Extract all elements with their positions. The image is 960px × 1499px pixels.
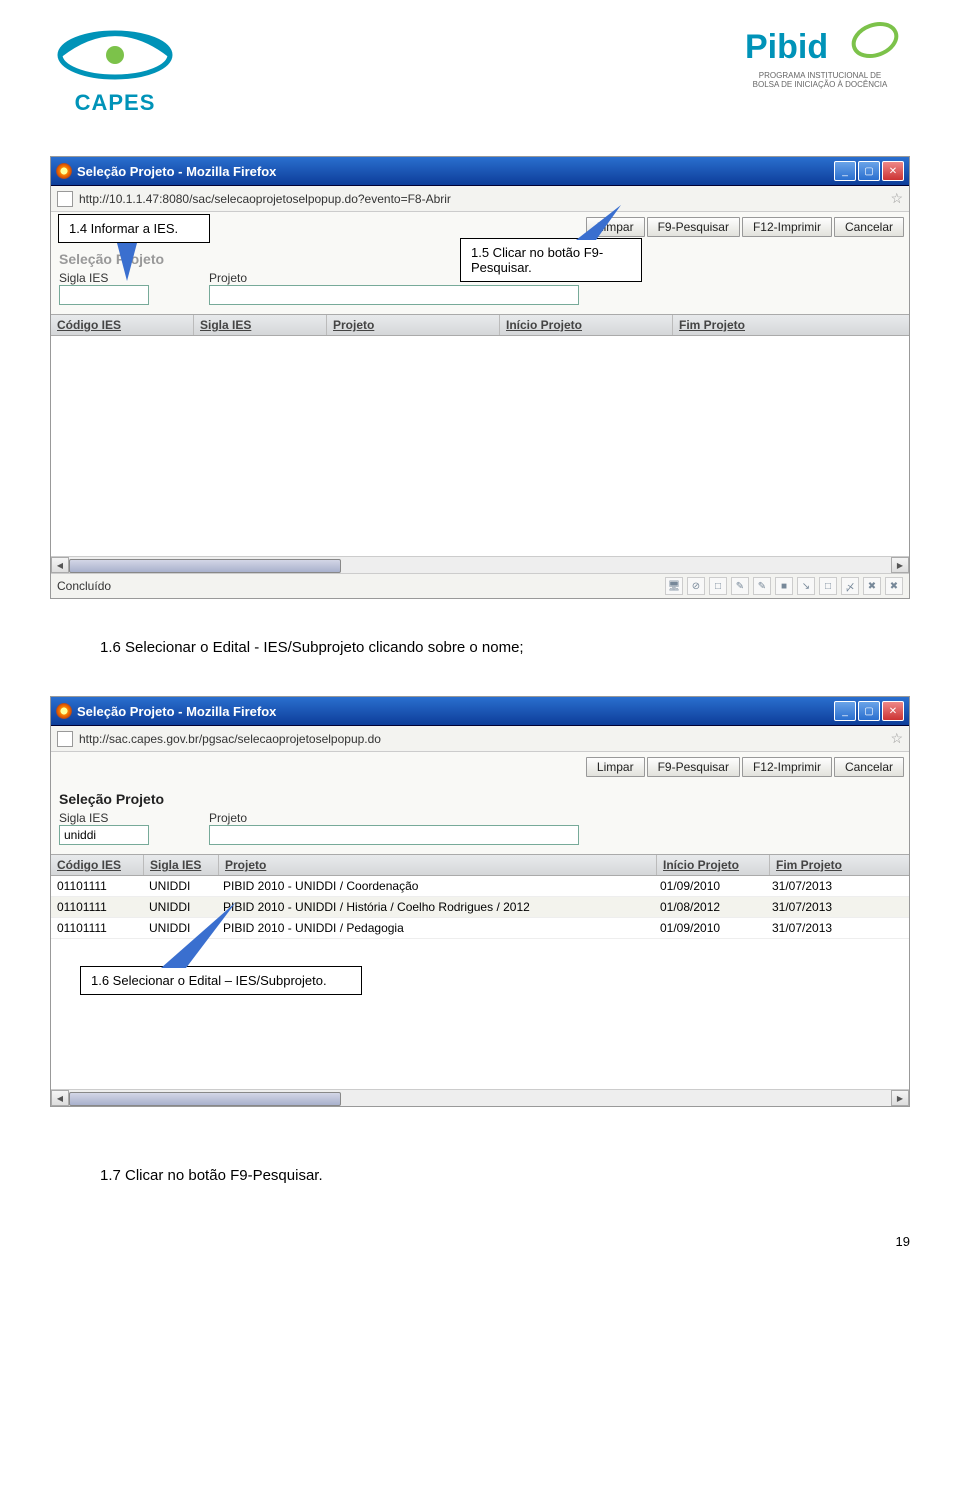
status-icon: □	[819, 577, 837, 595]
table-body-empty	[51, 336, 909, 556]
scroll-right-icon[interactable]: ▶	[891, 557, 909, 573]
td-sigla: UNIDDI	[143, 876, 217, 896]
th-projeto[interactable]: Projeto	[327, 315, 500, 335]
section-title: Seleção Projeto	[59, 787, 901, 811]
url-text: http://10.1.1.47:8080/sac/selecaoprojeto…	[79, 192, 451, 206]
scroll-left-icon[interactable]: ◀	[51, 1090, 69, 1106]
pibid-sub2: BOLSA DE INICIAÇÃO À DOCÊNCIA	[753, 81, 888, 90]
callout-1-6: 1.6 Selecionar o Edital – IES/Subprojeto…	[80, 966, 362, 995]
page-number: 19	[50, 1234, 910, 1249]
td-projeto: PIBID 2010 - UNIDDI / Pedagogia	[217, 918, 654, 938]
capes-text: CAPES	[75, 90, 156, 116]
table-header: Código IES Sigla IES Projeto Início Proj…	[51, 314, 909, 336]
label-projeto: Projeto	[209, 811, 579, 825]
firefox-icon	[56, 703, 72, 719]
status-icon: □	[709, 577, 727, 595]
input-projeto[interactable]	[209, 285, 579, 305]
f9-pesquisar-button[interactable]: F9-Pesquisar	[647, 217, 740, 237]
status-icon: ✖	[863, 577, 881, 595]
td-fim: 31/07/2013	[766, 918, 909, 938]
tab-icon	[57, 191, 73, 207]
th-fim[interactable]: Fim Projeto	[770, 855, 909, 875]
logo-pibid: Pibid PROGRAMA INSTITUCIONAL DE BOLSA DE…	[740, 20, 900, 90]
limpar-button[interactable]: Limpar	[586, 757, 645, 777]
input-projeto[interactable]	[209, 825, 579, 845]
instruction-1-7: 1.7 Clicar no botão F9-Pesquisar.	[100, 1167, 910, 1184]
close-button[interactable]: ✕	[882, 161, 904, 181]
th-inicio[interactable]: Início Projeto	[500, 315, 673, 335]
th-fim[interactable]: Fim Projeto	[673, 315, 909, 335]
status-icon: ↘	[797, 577, 815, 595]
th-codigo[interactable]: Código IES	[51, 855, 144, 875]
th-projeto[interactable]: Projeto	[219, 855, 657, 875]
logo-capes: CAPES	[50, 20, 180, 116]
titlebar: Seleção Projeto - Mozilla Firefox _ ▢ ✕	[51, 697, 909, 726]
td-projeto: PIBID 2010 - UNIDDI / Coordenação	[217, 876, 654, 896]
firefox-icon	[56, 163, 72, 179]
page-header: CAPES Pibid PROGRAMA INSTITUCIONAL DE BO…	[50, 20, 910, 156]
th-inicio[interactable]: Início Projeto	[657, 855, 770, 875]
status-text: Concluído	[57, 579, 111, 593]
status-icon: ■	[775, 577, 793, 595]
input-sigla-ies[interactable]	[59, 285, 149, 305]
th-codigo[interactable]: Código IES	[51, 315, 194, 335]
scrollbar[interactable]: ◀ ▶	[51, 556, 909, 573]
th-sigla[interactable]: Sigla IES	[194, 315, 327, 335]
td-inicio: 01/09/2010	[654, 876, 766, 896]
f12-imprimir-button[interactable]: F12-Imprimir	[742, 757, 832, 777]
callout-1-5: 1.5 Clicar no botão F9- Pesquisar.	[460, 238, 642, 282]
status-icon: 🖥	[665, 577, 683, 595]
label-sigla-ies: Sigla IES	[59, 811, 149, 825]
cancelar-button[interactable]: Cancelar	[834, 757, 904, 777]
status-icon: ⊘	[687, 577, 705, 595]
status-icon: 〆	[841, 577, 859, 595]
svg-text:Pibid: Pibid	[745, 28, 828, 66]
table-row[interactable]: 01101111UNIDDIPIBID 2010 - UNIDDI / Coor…	[51, 876, 909, 897]
f9-pesquisar-button[interactable]: F9-Pesquisar	[647, 757, 740, 777]
td-fim: 31/07/2013	[766, 876, 909, 896]
maximize-button[interactable]: ▢	[858, 161, 880, 181]
td-codigo: 01101111	[51, 918, 143, 938]
titlebar: Seleção Projeto - Mozilla Firefox _ ▢ ✕	[51, 157, 909, 186]
status-icon: ✎	[731, 577, 749, 595]
minimize-button[interactable]: _	[834, 701, 856, 721]
status-icon: ✎	[753, 577, 771, 595]
td-codigo: 01101111	[51, 897, 143, 917]
url-text: http://sac.capes.gov.br/pgsac/selecaopro…	[79, 732, 381, 746]
window-title: Seleção Projeto - Mozilla Firefox	[77, 164, 276, 179]
scrollbar[interactable]: ◀ ▶	[51, 1089, 909, 1106]
scroll-left-icon[interactable]: ◀	[51, 557, 69, 573]
scroll-right-icon[interactable]: ▶	[891, 1090, 909, 1106]
th-sigla[interactable]: Sigla IES	[144, 855, 219, 875]
td-inicio: 01/09/2010	[654, 918, 766, 938]
td-projeto: PIBID 2010 - UNIDDI / História / Coelho …	[217, 897, 654, 917]
td-codigo: 01101111	[51, 876, 143, 896]
window-title: Seleção Projeto - Mozilla Firefox	[77, 704, 276, 719]
statusbar: Concluído 🖥 ⊘ □ ✎ ✎ ■ ↘ □ 〆 ✖ ✖	[51, 573, 909, 598]
toolbar: Limpar F9-Pesquisar F12-Imprimir Cancela…	[51, 752, 909, 782]
close-button[interactable]: ✕	[882, 701, 904, 721]
td-inicio: 01/08/2012	[654, 897, 766, 917]
minimize-button[interactable]: _	[834, 161, 856, 181]
bookmark-star-icon[interactable]: ☆	[890, 190, 903, 207]
callout-1-4: 1.4 Informar a IES.	[58, 214, 210, 243]
bookmark-star-icon[interactable]: ☆	[890, 730, 903, 747]
td-fim: 31/07/2013	[766, 897, 909, 917]
maximize-button[interactable]: ▢	[858, 701, 880, 721]
table-header: Código IES Sigla IES Projeto Início Proj…	[51, 854, 909, 876]
input-sigla-ies[interactable]	[59, 825, 149, 845]
status-icon: ✖	[885, 577, 903, 595]
f12-imprimir-button[interactable]: F12-Imprimir	[742, 217, 832, 237]
address-bar: http://sac.capes.gov.br/pgsac/selecaopro…	[51, 726, 909, 752]
cancelar-button[interactable]: Cancelar	[834, 217, 904, 237]
tab-icon	[57, 731, 73, 747]
instruction-1-6: 1.6 Selecionar o Edital - IES/Subprojeto…	[100, 639, 910, 656]
address-bar: http://10.1.1.47:8080/sac/selecaoprojeto…	[51, 186, 909, 212]
